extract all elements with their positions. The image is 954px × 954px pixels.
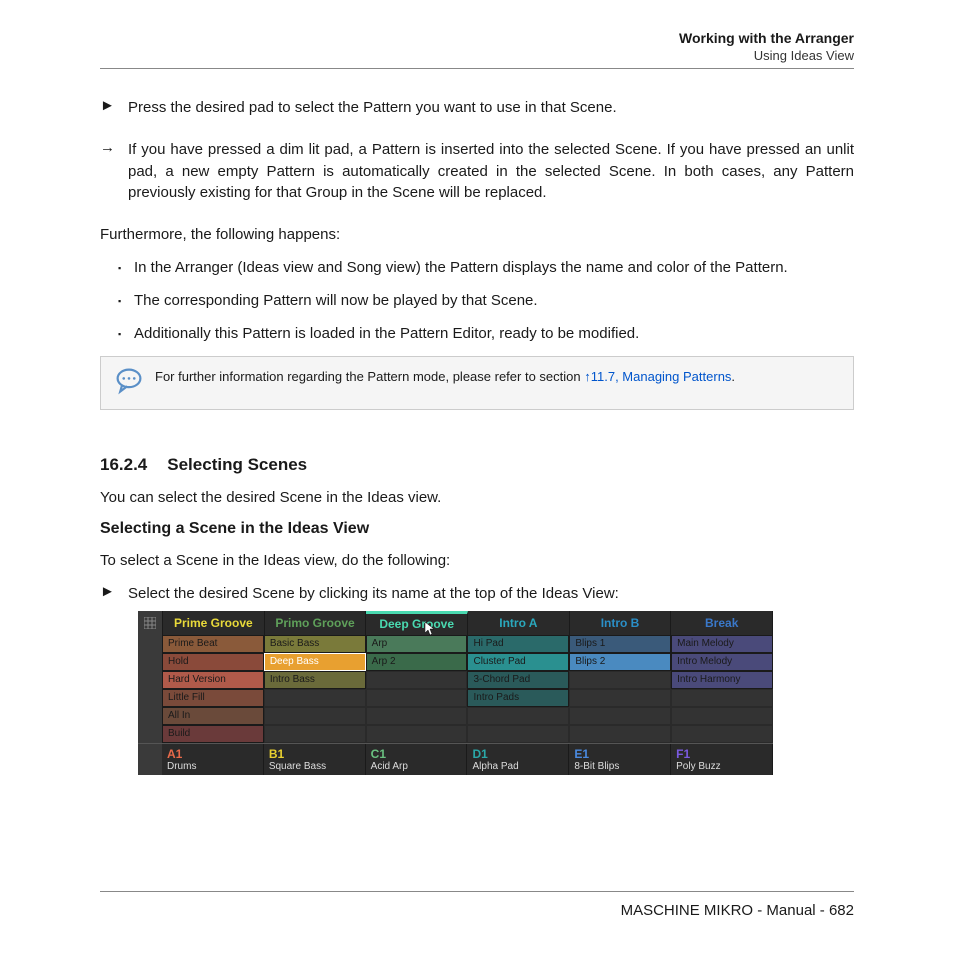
pattern-cell[interactable]: Basic Bass [264, 635, 366, 653]
cursor-icon [425, 622, 437, 639]
pattern-cell[interactable]: Hold [162, 653, 264, 671]
play-icon: ► [100, 97, 128, 119]
pattern-cell[interactable]: Intro Pads [467, 689, 569, 707]
pattern-cell [366, 671, 468, 689]
subsection-heading: Selecting a Scene in the Ideas View [100, 520, 854, 538]
instruction-step: ► Select the desired Scene by clicking i… [100, 583, 854, 605]
grid-toggle-button[interactable] [138, 611, 163, 635]
pattern-cell[interactable]: Intro Harmony [671, 671, 773, 689]
scene-header[interactable]: Primo Groove [265, 611, 367, 635]
info-callout: For further information regarding the Pa… [100, 356, 854, 410]
instruction-step: ► Press the desired pad to select the Pa… [100, 97, 854, 119]
pattern-cell [569, 671, 671, 689]
step-text: Select the desired Scene by clicking its… [128, 583, 854, 605]
step-text: If you have pressed a dim lit pad, a Pat… [128, 139, 854, 204]
pattern-cell[interactable]: Deep Bass [264, 653, 366, 671]
pattern-cell[interactable]: Blips 2 [569, 653, 671, 671]
pattern-cell[interactable]: Arp [366, 635, 468, 653]
group-cell[interactable]: F1Poly Buzz [671, 744, 773, 775]
pattern-cell[interactable]: Build [162, 725, 264, 743]
page-header: Working with the Arranger Using Ideas Vi… [100, 30, 854, 69]
info-post: . [731, 369, 735, 384]
section-heading: 16.2.4 Selecting Scenes [100, 455, 854, 475]
bullet-text: In the Arranger (Ideas view and Song vie… [134, 257, 854, 278]
info-link[interactable]: ↑11.7, Managing Patterns [584, 369, 731, 384]
pattern-cell[interactable]: Main Melody [671, 635, 773, 653]
group-cell[interactable]: A1Drums [162, 744, 264, 775]
pattern-cell [366, 707, 468, 725]
bullet-item: ▪ The corresponding Pattern will now be … [118, 290, 854, 311]
pattern-cell[interactable]: 3-Chord Pad [467, 671, 569, 689]
bullet-item: ▪ Additionally this Pattern is loaded in… [118, 323, 854, 344]
group-name: Drums [167, 761, 258, 772]
scene-header[interactable]: Intro A [468, 611, 570, 635]
ideas-view-screenshot: Prime GroovePrimo GrooveDeep GrooveIntro… [138, 611, 773, 775]
pattern-cell [569, 707, 671, 725]
group-name: 8-Bit Blips [574, 761, 665, 772]
paragraph: You can select the desired Scene in the … [100, 487, 854, 508]
pattern-cell [569, 689, 671, 707]
pattern-cell[interactable]: Hi Pad [467, 635, 569, 653]
group-id: B1 [269, 747, 360, 761]
pattern-cell [467, 707, 569, 725]
group-id: D1 [472, 747, 563, 761]
pattern-cell [264, 725, 366, 743]
scene-header[interactable]: Break [671, 611, 773, 635]
arrow-icon: → [100, 139, 128, 204]
pattern-cell [264, 689, 366, 707]
pattern-cell [366, 689, 468, 707]
group-cell[interactable]: E18-Bit Blips [569, 744, 671, 775]
group-name: Square Bass [269, 761, 360, 772]
group-id: C1 [371, 747, 462, 761]
group-id: F1 [676, 747, 767, 761]
info-text: For further information regarding the Pa… [155, 367, 735, 387]
bullet-item: ▪ In the Arranger (Ideas view and Song v… [118, 257, 854, 278]
pattern-cell [671, 707, 773, 725]
group-id: E1 [574, 747, 665, 761]
group-cell[interactable]: B1Square Bass [264, 744, 366, 775]
pattern-cell[interactable]: Prime Beat [162, 635, 264, 653]
pattern-cell [671, 689, 773, 707]
pattern-cell[interactable]: Arp 2 [366, 653, 468, 671]
result-step: → If you have pressed a dim lit pad, a P… [100, 139, 854, 204]
paragraph: Furthermore, the following happens: [100, 224, 854, 245]
group-cell[interactable]: C1Acid Arp [366, 744, 468, 775]
pattern-cell[interactable]: Hard Version [162, 671, 264, 689]
group-name: Poly Buzz [676, 761, 767, 772]
bullet-text: Additionally this Pattern is loaded in t… [134, 323, 854, 344]
pattern-cell[interactable]: Intro Melody [671, 653, 773, 671]
group-cell[interactable]: D1Alpha Pad [467, 744, 569, 775]
scene-header[interactable]: Intro B [570, 611, 672, 635]
pattern-cell[interactable]: All In [162, 707, 264, 725]
scene-header[interactable]: Prime Groove [163, 611, 265, 635]
info-pre: For further information regarding the Pa… [155, 369, 584, 384]
pattern-cell [467, 725, 569, 743]
group-name: Alpha Pad [472, 761, 563, 772]
play-icon: ► [100, 583, 128, 605]
pattern-cell[interactable]: Little Fill [162, 689, 264, 707]
pattern-cell [671, 725, 773, 743]
pattern-cell [569, 725, 671, 743]
pattern-cell [366, 725, 468, 743]
scene-header[interactable]: Deep Groove [366, 611, 468, 635]
pattern-cell [264, 707, 366, 725]
group-id: A1 [167, 747, 258, 761]
bullet-text: The corresponding Pattern will now be pl… [134, 290, 854, 311]
bullet-icon: ▪ [118, 257, 134, 278]
paragraph: To select a Scene in the Ideas view, do … [100, 550, 854, 571]
header-subtitle: Using Ideas View [100, 48, 854, 63]
pattern-cell[interactable]: Intro Bass [264, 671, 366, 689]
bullet-icon: ▪ [118, 323, 134, 344]
pattern-cell[interactable]: Blips 1 [569, 635, 671, 653]
header-title: Working with the Arranger [100, 30, 854, 46]
speech-bubble-icon [115, 367, 155, 399]
section-number: 16.2.4 [100, 455, 147, 474]
step-text: Press the desired pad to select the Patt… [128, 97, 854, 119]
bullet-icon: ▪ [118, 290, 134, 311]
section-title: Selecting Scenes [167, 455, 307, 474]
page-footer: MASCHINE MIKRO - Manual - 682 [100, 891, 854, 919]
pattern-cell[interactable]: Cluster Pad [467, 653, 569, 671]
group-name: Acid Arp [371, 761, 462, 772]
